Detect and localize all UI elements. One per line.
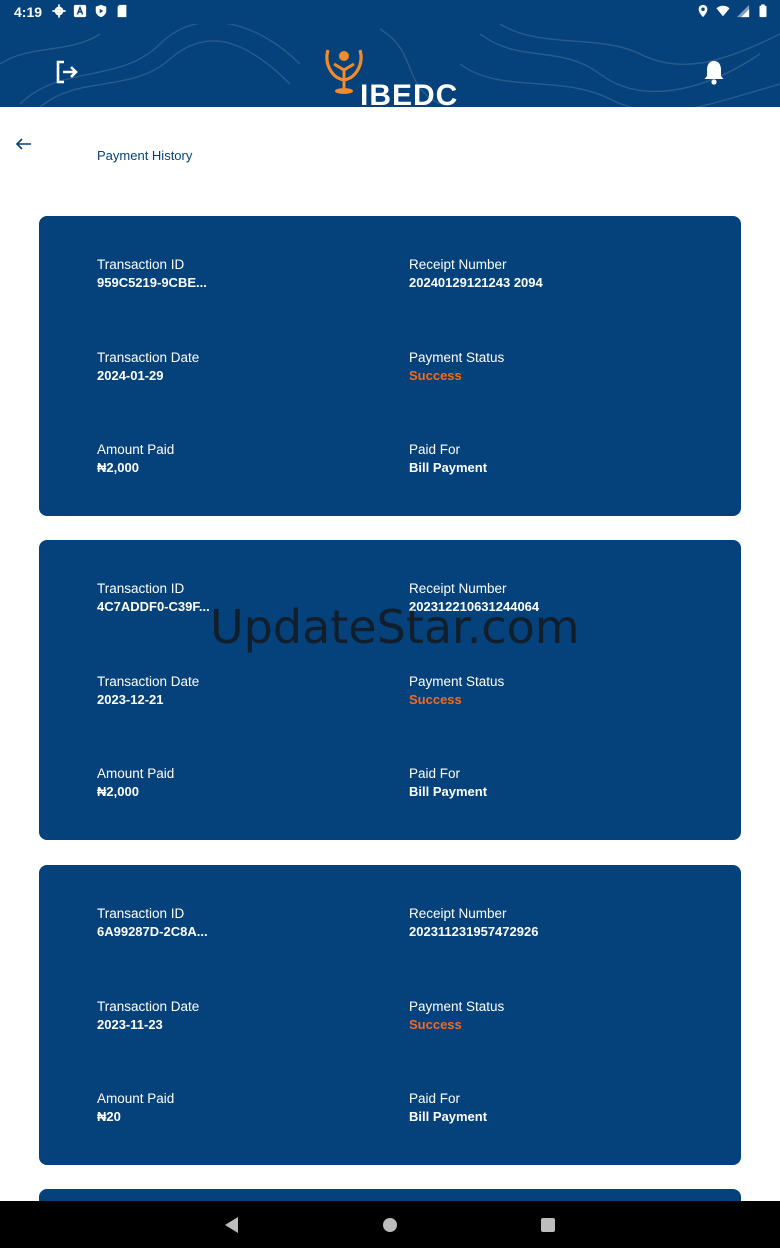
amount-paid-label: Amount Paid — [97, 442, 175, 457]
paid-for-value: Bill Payment — [409, 784, 488, 799]
paid-for-label: Paid For — [409, 766, 461, 781]
receipt-number-field: Receipt Number 20240129121243 2094 — [409, 256, 543, 292]
settings-icon — [52, 4, 66, 18]
transaction-date-field: Transaction Date 2024-01-29 — [97, 349, 199, 385]
transaction-id-label: Transaction ID — [97, 906, 185, 921]
transaction-date-field: Transaction Date 2023-12-21 — [97, 673, 199, 709]
app-header: IBEDC — [0, 24, 780, 107]
battery-icon — [759, 4, 767, 18]
transaction-date-value: 2024-01-29 — [97, 368, 164, 383]
paid-for-label: Paid For — [409, 1091, 461, 1106]
status-system-icons — [696, 4, 770, 18]
system-nav-bar — [0, 1201, 780, 1248]
transaction-id-value: 4C7ADDF0-C39F... — [97, 599, 210, 614]
payment-status-field: Payment Status Success — [409, 673, 504, 709]
payment-status-label: Payment Status — [409, 999, 505, 1014]
transaction-id-value: 959C5219-9CBE... — [97, 275, 207, 290]
transaction-id-field: Transaction ID 4C7ADDF0-C39F... — [97, 580, 210, 616]
transaction-date-field: Transaction Date 2023-11-23 — [97, 998, 199, 1034]
amount-paid-field: Amount Paid ₦2,000 — [97, 765, 174, 801]
ibedc-logo: IBEDC — [318, 44, 478, 107]
payment-status-label: Payment Status — [409, 350, 505, 365]
amount-paid-label: Amount Paid — [97, 1091, 175, 1106]
payment-status-value: Success — [409, 1017, 462, 1032]
receipt-number-value: 20240129121243 2094 — [409, 275, 543, 290]
location-icon — [698, 4, 708, 18]
transaction-id-value: 6A99287D-2C8A... — [97, 924, 208, 939]
transaction-id-label: Transaction ID — [97, 257, 185, 272]
receipt-number-label: Receipt Number — [409, 906, 507, 921]
app-a-icon — [73, 4, 87, 18]
transaction-date-value: 2023-11-23 — [97, 1017, 163, 1032]
shield-play-icon — [95, 4, 107, 18]
transaction-id-field: Transaction ID 959C5219-9CBE... — [97, 256, 207, 292]
receipt-number-label: Receipt Number — [409, 257, 507, 272]
amount-paid-field: Amount Paid ₦20 — [97, 1090, 174, 1126]
bell-icon[interactable] — [702, 59, 726, 85]
paid-for-value: Bill Payment — [409, 1109, 488, 1124]
paid-for-value: Bill Payment — [409, 460, 488, 475]
payment-status-value: Success — [409, 692, 462, 707]
wifi-icon — [716, 5, 730, 17]
payment-card[interactable]: Transaction ID 4C7ADDF0-C39F... Receipt … — [39, 540, 741, 840]
paid-for-label: Paid For — [409, 442, 461, 457]
payment-status-value: Success — [409, 368, 462, 383]
amount-paid-value: ₦2,000 — [97, 784, 139, 799]
transaction-id-label: Transaction ID — [97, 581, 185, 596]
arrow-left-icon[interactable] — [12, 134, 34, 154]
sd-card-icon — [117, 4, 127, 18]
payment-card[interactable]: Transaction ID 6A99287D-2C8A... Receipt … — [39, 865, 741, 1165]
logo-text: IBEDC — [360, 79, 459, 107]
nav-back-icon[interactable] — [224, 1216, 240, 1234]
transaction-date-label: Transaction Date — [97, 674, 200, 689]
amount-paid-label: Amount Paid — [97, 766, 175, 781]
amount-paid-value: ₦20 — [97, 1109, 121, 1124]
status-time: 4:19 — [14, 4, 43, 20]
payment-status-field: Payment Status Success — [409, 349, 504, 385]
paid-for-field: Paid For Bill Payment — [409, 441, 487, 477]
transaction-date-label: Transaction Date — [97, 350, 200, 365]
logout-icon[interactable] — [54, 59, 80, 85]
amount-paid-value: ₦2,000 — [97, 460, 139, 475]
receipt-number-field: Receipt Number 202312210631244064 — [409, 580, 539, 616]
transaction-date-label: Transaction Date — [97, 999, 200, 1014]
paid-for-field: Paid For Bill Payment — [409, 765, 487, 801]
payment-card[interactable]: Transaction ID 959C5219-9CBE... Receipt … — [39, 216, 741, 516]
receipt-number-value: 202311231957472926 — [409, 924, 539, 939]
receipt-number-field: Receipt Number 202311231957472926 — [409, 905, 538, 941]
paid-for-field: Paid For Bill Payment — [409, 1090, 487, 1126]
payment-status-label: Payment Status — [409, 674, 505, 689]
payment-status-field: Payment Status Success — [409, 998, 504, 1034]
signal-icon — [736, 4, 750, 18]
nav-recents-icon[interactable] — [541, 1218, 555, 1232]
receipt-number-label: Receipt Number — [409, 581, 507, 596]
receipt-number-value: 202312210631244064 — [409, 599, 540, 614]
status-bar: 4:19 — [0, 0, 780, 24]
status-notification-icons — [52, 4, 129, 18]
page-title: Payment History — [97, 148, 193, 163]
transaction-id-field: Transaction ID 6A99287D-2C8A... — [97, 905, 208, 941]
nav-home-icon[interactable] — [383, 1218, 397, 1232]
transaction-date-value: 2023-12-21 — [97, 692, 164, 707]
amount-paid-field: Amount Paid ₦2,000 — [97, 441, 174, 477]
